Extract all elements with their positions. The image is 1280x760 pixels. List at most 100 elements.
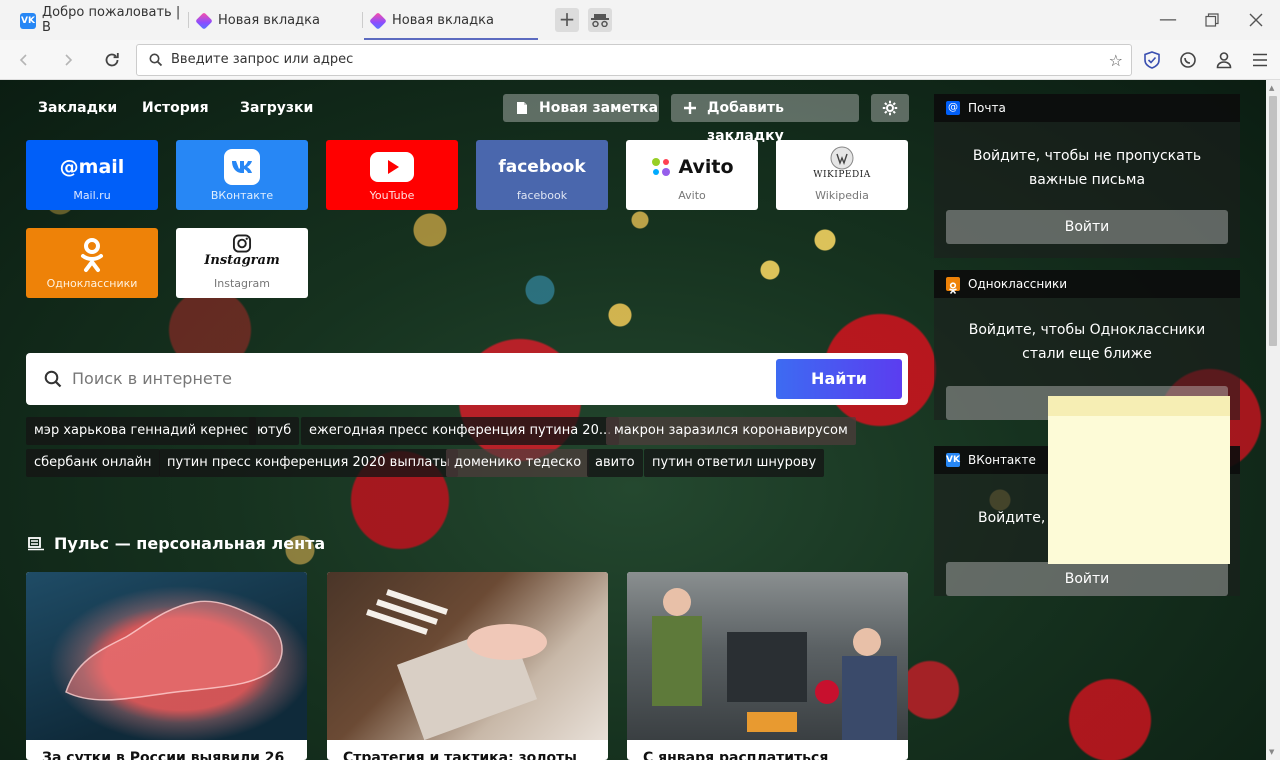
new-note-button[interactable]: Новая заметка [503, 94, 659, 122]
news-title: Стратегия и тактика: золоты [343, 750, 577, 760]
tile-wikipedia[interactable]: WIKIPEDIA Wikipedia [776, 140, 908, 210]
search-submit-button[interactable]: Найти [776, 359, 902, 399]
tab-title: Новая вкладка [392, 12, 494, 28]
tab-title: Новая вкладка [218, 12, 320, 28]
plus-icon [684, 102, 696, 114]
tile-caption: facebook [516, 189, 568, 202]
arrow-left-icon [19, 54, 27, 66]
new-note-label: Новая заметка [539, 100, 659, 116]
search-suggestion[interactable]: мэр харькова геннадий кернес [26, 417, 257, 445]
ok-icon [946, 277, 960, 294]
bookmarks-link[interactable]: Закладки [38, 98, 117, 118]
add-bookmark-button[interactable]: Добавить закладку [671, 94, 859, 144]
close-icon [1249, 13, 1263, 27]
forward-button[interactable] [56, 48, 80, 72]
avito-dots-icon [652, 158, 671, 176]
settings-button[interactable] [871, 94, 909, 122]
bookmark-star-icon[interactable]: ☆ [1109, 51, 1123, 70]
search-suggestion[interactable]: ежегодная пресс конференция путина 20... [301, 417, 620, 445]
widget-message: Войдите, чтобы не пропускать [972, 148, 1202, 164]
reload-icon [105, 53, 119, 67]
news-title: С января расплатиться [643, 750, 829, 760]
add-bookmark-label: Добавить закладку [707, 100, 784, 144]
tab-welcome[interactable]: VK Добро пожаловать | В [20, 0, 190, 40]
search-input[interactable]: Поиск в интернете [72, 353, 232, 405]
vk-icon: VK [20, 13, 36, 29]
tile-caption: Одноклассники [46, 277, 138, 290]
widget-message: стали еще ближе [1022, 346, 1152, 362]
search-suggestion[interactable]: доменико тедеско [446, 449, 590, 477]
minimize-button[interactable]: — [1156, 8, 1180, 32]
restore-button[interactable] [1200, 8, 1224, 32]
widget-message: важные письма [1028, 172, 1146, 188]
search-suggestion[interactable]: путин пресс конференция 2020 выплаты [159, 449, 459, 477]
search-suggestion[interactable]: путин ответил шнурову [644, 449, 825, 477]
tab-new-2-active[interactable]: Новая вкладка [364, 0, 538, 40]
menu-button[interactable] [1248, 48, 1272, 72]
tile-caption: YouTube [369, 189, 415, 202]
profile-button[interactable] [1212, 48, 1236, 72]
title-bar: VK Добро пожаловать | В Новая вкладка Но… [0, 0, 1280, 40]
shield-icon [1144, 51, 1160, 69]
close-window-button[interactable] [1244, 8, 1268, 32]
whatsapp-button[interactable] [1176, 48, 1200, 72]
instagram-icon [232, 234, 252, 253]
scrollbar-thumb[interactable] [1269, 96, 1277, 346]
tile-avito[interactable]: Avito Avito [626, 140, 758, 210]
page-scrollbar[interactable]: ▲ ▼ [1266, 80, 1280, 760]
whatsapp-icon [1180, 52, 1196, 68]
news-card[interactable]: Стратегия и тактика: золоты [327, 572, 608, 760]
tile-caption: Wikipedia [815, 189, 869, 202]
tab-separator [362, 12, 363, 28]
search-suggestion[interactable]: авито [587, 449, 643, 477]
mail-login-button[interactable]: Войти [946, 210, 1228, 244]
protect-shield-button[interactable] [1140, 48, 1164, 72]
search-suggestion[interactable]: ютуб [249, 417, 300, 445]
reload-button[interactable] [100, 48, 124, 72]
menu-icon [1253, 53, 1267, 67]
search-suggestion[interactable]: сбербанк онлайн [26, 449, 160, 477]
sticky-note[interactable] [1048, 396, 1230, 564]
downloads-link[interactable]: Загрузки [240, 98, 313, 118]
note-icon [517, 102, 527, 114]
news-card[interactable]: С января расплатиться [627, 572, 908, 760]
youtube-logo-icon [326, 150, 458, 184]
tab-separator [188, 12, 189, 28]
tile-youtube[interactable]: YouTube [326, 140, 458, 210]
history-link[interactable]: История [142, 98, 209, 118]
tile-odnoklassniki[interactable]: Одноклассники [26, 228, 158, 298]
tile-facebook[interactable]: facebook facebook [476, 140, 608, 210]
scroll-down-arrow-icon[interactable]: ▼ [1269, 748, 1274, 756]
widget-header: Одноклассники [934, 270, 1240, 298]
news-image-covid-map [26, 572, 307, 740]
new-tab-button[interactable]: + [555, 8, 579, 32]
mail-at-icon: @ [946, 101, 960, 115]
news-card[interactable]: За сутки в России выявили 26 [26, 572, 307, 760]
tile-vkontakte[interactable]: ВКонтакте [176, 140, 308, 210]
back-button[interactable] [12, 48, 36, 72]
wikipedia-globe-icon [830, 146, 854, 170]
tile-instagram[interactable]: Instagram Instagram [176, 228, 308, 298]
tile-caption: ВКонтакте [210, 189, 274, 202]
address-bar[interactable]: Введите запрос или адрес ☆ [136, 44, 1132, 76]
vk-logo-icon [176, 149, 308, 185]
vk-login-button[interactable]: Войти [946, 562, 1228, 596]
web-search-box[interactable]: Поиск в интернете Найти [26, 353, 908, 405]
search-suggestion[interactable]: макрон заразился коронавирусом [606, 417, 856, 445]
feed-icon [28, 537, 44, 551]
news-image-cigarettes [327, 572, 608, 741]
browser-logo-icon [369, 12, 387, 30]
tile-mail-ru[interactable]: @mail Mail.ru [26, 140, 158, 210]
wikipedia-logo: WIKIPEDIA [776, 146, 908, 180]
scroll-up-arrow-icon[interactable]: ▲ [1269, 84, 1274, 92]
tile-caption: Avito [678, 189, 706, 202]
sticky-note-header[interactable] [1048, 396, 1230, 416]
news-title: За сутки в России выявили 26 [42, 750, 285, 760]
search-icon [44, 370, 62, 388]
incognito-button[interactable] [588, 8, 612, 32]
tile-caption: Mail.ru [73, 189, 111, 202]
user-icon [1216, 52, 1232, 69]
search-icon [149, 53, 163, 67]
news-image-shop-cashier [627, 572, 908, 740]
tab-new-1[interactable]: Новая вкладка [195, 0, 360, 40]
